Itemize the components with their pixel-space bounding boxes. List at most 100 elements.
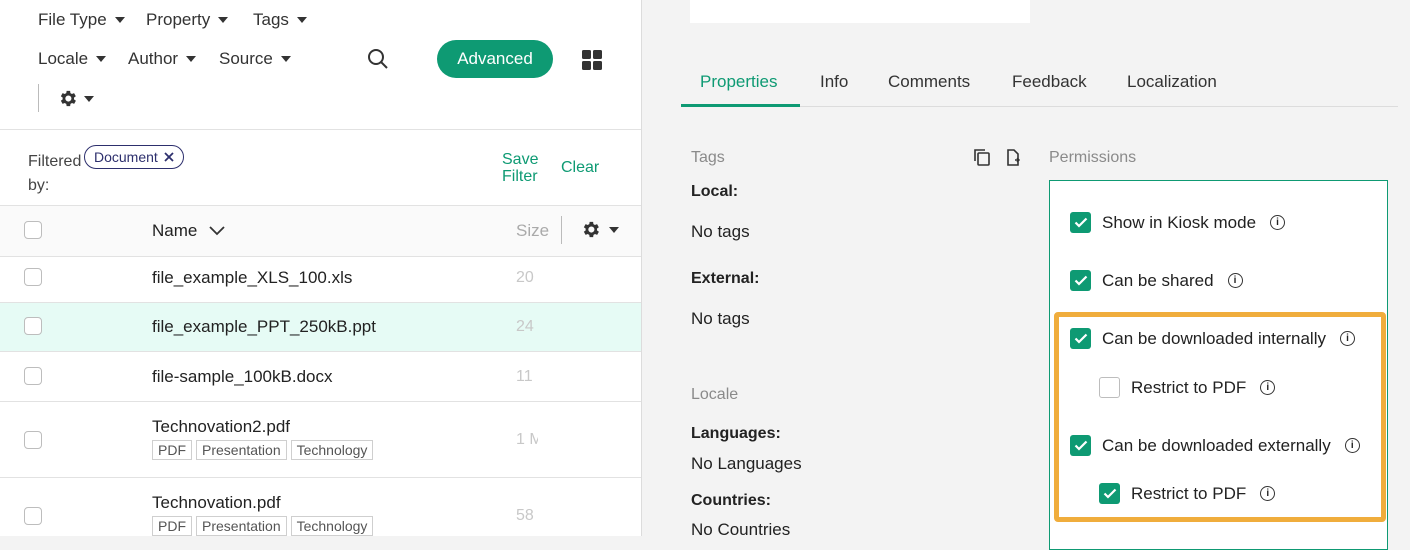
chevron-down-icon [209,226,225,236]
file-list-pane: File Type Property Tags Locale Author So… [0,0,642,536]
column-divider [561,216,562,244]
permission-label: Restrict to PDF [1131,377,1247,397]
check-icon [1074,217,1087,228]
tag-badge: Technology [290,440,374,460]
info-icon[interactable]: i [1227,273,1243,288]
file-size: 58 [516,507,534,524]
permission-shared[interactable]: Can be shared i [1070,270,1243,291]
local-value: No tags [691,222,750,241]
caret-down-icon [84,95,94,102]
table-row[interactable]: Technovation2.pdf PDF Presentation Technol… [0,402,641,478]
file-size: 20 [516,269,534,286]
permission-label: Can be downloaded internally [1102,328,1326,348]
row-checkbox[interactable] [24,431,42,449]
check-icon [1074,333,1087,344]
advanced-button[interactable]: Advanced [437,40,553,78]
external-label: External: [691,270,760,287]
filtered-line1: Filtered [28,153,82,170]
filter-tags[interactable]: Tags [253,10,307,30]
filter-chip-document[interactable]: Document [84,145,184,169]
file-size: 11 [516,368,533,385]
file-name[interactable]: file_example_PPT_250kB.ppt [152,317,376,337]
checkbox-checked[interactable] [1070,212,1091,233]
checkbox-checked[interactable] [1070,270,1091,291]
save-line1: Save [502,151,539,168]
permissions-heading: Permissions [1049,149,1137,166]
filter-file-type[interactable]: File Type [38,10,125,30]
tab-feedback[interactable]: Feedback [1012,72,1087,92]
file-size: 1 M [516,431,538,448]
settings-menu[interactable] [57,88,94,109]
permission-label: Can be shared [1102,270,1214,290]
tab-comments[interactable]: Comments [888,72,970,92]
caret-down-icon [280,56,291,62]
countries-label: Countries: [691,492,771,509]
languages-label: Languages: [691,425,781,442]
column-settings-menu[interactable] [580,219,619,240]
grid-view-icon[interactable] [582,50,602,70]
row-checkbox[interactable] [24,367,42,385]
permission-external-restrict-pdf[interactable]: Restrict to PDF i [1099,483,1276,504]
row-checkbox[interactable] [24,317,42,335]
copy-icon[interactable] [973,148,991,167]
chip-label: Document [94,149,158,165]
local-label: Local: [691,183,739,200]
close-icon[interactable] [164,152,174,162]
size-column-header[interactable]: Size [516,221,550,241]
save-filter-button[interactable]: Save Filter [502,151,538,185]
filter-locale[interactable]: Locale [38,49,107,69]
tab-info[interactable]: Info [820,72,848,92]
caret-down-icon [114,17,125,23]
file-tags: PDF Presentation Technology [152,516,377,536]
tag-badge: Presentation [196,516,287,536]
tab-properties[interactable]: Properties [700,72,777,92]
permission-kiosk[interactable]: Show in Kiosk mode i [1070,212,1286,233]
paste-icon[interactable] [1005,148,1023,167]
filter-author[interactable]: Author [128,49,197,69]
file-name[interactable]: file-sample_100kB.docx [152,367,332,387]
table-row[interactable]: file-sample_100kB.docx 11 [0,352,641,402]
permission-download-internal[interactable]: Can be downloaded internally i [1070,328,1355,349]
file-name[interactable]: Technovation2.pdf [152,417,290,437]
check-icon [1103,488,1116,499]
row-checkbox[interactable] [24,507,42,525]
checkbox-checked[interactable] [1099,483,1120,504]
caret-down-icon [186,56,197,62]
languages-value: No Languages [691,454,802,473]
info-icon[interactable]: i [1260,380,1276,395]
preview-area [690,0,1030,23]
caret-down-icon [609,226,619,233]
filtered-by-label: Filtered by: [28,150,81,198]
select-all-checkbox[interactable] [24,221,42,239]
file-size: 24 [516,318,534,335]
file-name[interactable]: file_example_XLS_100.xls [152,268,352,288]
filter-property[interactable]: Property [146,10,229,30]
permission-download-external[interactable]: Can be downloaded externally i [1070,435,1360,456]
caret-down-icon [96,56,107,62]
table-row-selected[interactable]: file_example_PPT_250kB.ppt 24 [0,303,641,352]
tab-localization[interactable]: Localization [1127,72,1217,92]
check-icon [1074,440,1087,451]
name-column-header[interactable]: Name [152,221,225,241]
info-icon[interactable]: i [1270,215,1286,230]
tag-badge: PDF [152,440,192,460]
clear-button[interactable]: Clear [561,159,599,176]
table-row[interactable]: Technovation.pdf PDF Presentation Technolo… [0,478,641,536]
info-icon[interactable]: i [1260,486,1276,501]
table-row[interactable]: file_example_XLS_100.xls 20 [0,256,641,303]
checkbox-unchecked[interactable] [1099,377,1120,398]
filtered-line2: by: [28,177,50,194]
checkbox-checked[interactable] [1070,435,1091,456]
tag-badge: Presentation [196,440,287,460]
filter-source[interactable]: Source [219,49,291,69]
caret-down-icon [296,17,307,23]
info-icon[interactable]: i [1340,331,1355,346]
file-tags: PDF Presentation Technology [152,440,377,460]
permission-internal-restrict-pdf[interactable]: Restrict to PDF i [1099,377,1276,398]
info-icon[interactable]: i [1344,438,1360,453]
row-checkbox[interactable] [24,268,42,286]
file-name[interactable]: Technovation.pdf [152,493,281,513]
checkbox-checked[interactable] [1070,328,1091,349]
search-icon[interactable] [367,48,389,70]
gear-icon [583,221,599,238]
